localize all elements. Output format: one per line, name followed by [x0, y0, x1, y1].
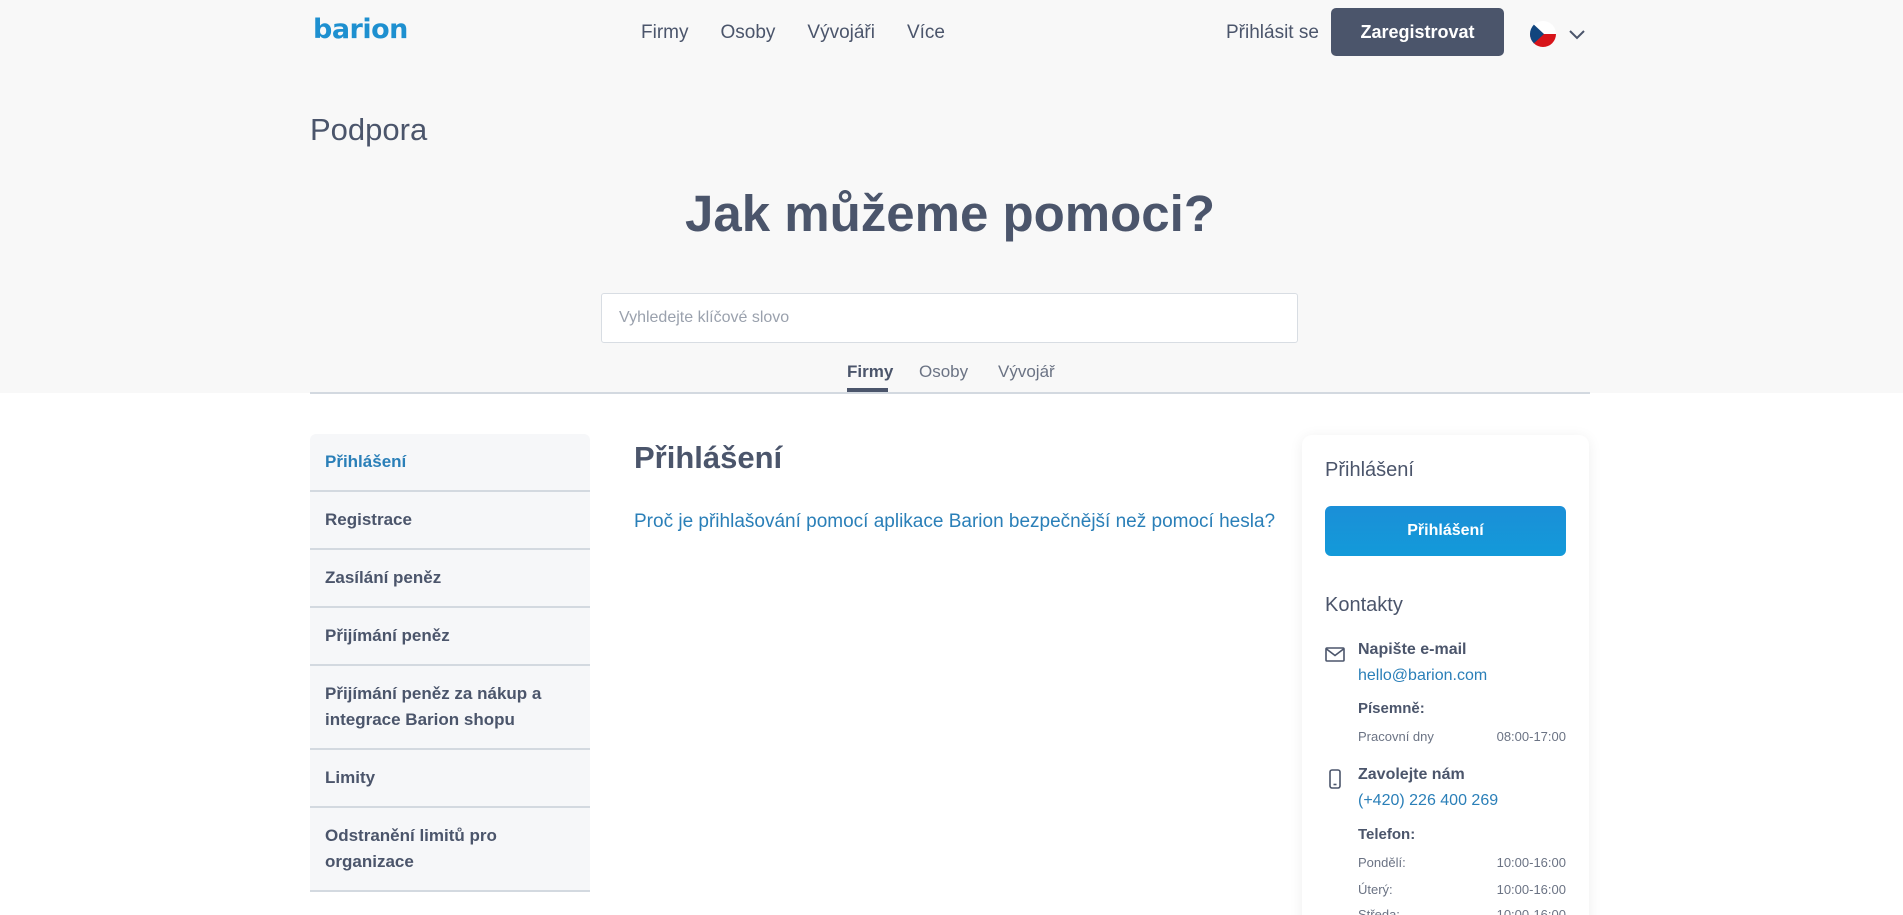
czech-flag-icon[interactable] [1530, 21, 1556, 47]
active-tab-indicator [847, 388, 888, 392]
login-link[interactable]: Přihlásit se [1226, 22, 1319, 44]
phone-icon [1329, 769, 1341, 789]
section-heading: Přihlášení [634, 440, 783, 475]
article-link[interactable]: Proč je přihlašování pomocí aplikace Bar… [634, 511, 1275, 533]
category-sidebar: Přihlášení Registrace Zasílání peněz Při… [310, 434, 590, 892]
nav-osoby[interactable]: Osoby [720, 22, 775, 44]
chevron-down-icon[interactable] [1567, 24, 1587, 44]
sidebar-item-zasilani-penez[interactable]: Zasílání peněz [310, 550, 590, 608]
sidebar-item-prihlaseni[interactable]: Přihlášení [310, 434, 590, 492]
nav-vyvojari[interactable]: Vývojáři [807, 22, 875, 44]
card-login-heading: Přihlášení [1325, 459, 1414, 481]
hero-heading: Jak můžeme pomoci? [685, 185, 1215, 242]
schedule-day: Středa: [1358, 907, 1400, 915]
barion-logo[interactable]: barion [313, 14, 408, 45]
written-hours: 08:00-17:00 [1496, 729, 1566, 744]
sidebar-item-odstraneni-limitu[interactable]: Odstranění limitů pro organizace [310, 808, 590, 892]
nav-vice[interactable]: Více [907, 22, 945, 44]
phone-link[interactable]: (+420) 226 400 269 [1358, 792, 1498, 810]
email-link[interactable]: hello@barion.com [1358, 667, 1487, 685]
written-days: Pracovní dny [1358, 729, 1434, 744]
tab-osoby[interactable]: Osoby [919, 362, 968, 382]
schedule-day: Pondělí: [1358, 855, 1406, 870]
sidebar-item-registrace[interactable]: Registrace [310, 492, 590, 550]
schedule-hours: 10:00-16:00 [1496, 907, 1566, 915]
tab-vyvojar[interactable]: Vývojář [998, 362, 1055, 382]
phone-label: Telefon: [1358, 826, 1416, 843]
main-nav: Firmy Osoby Vývojáři Více [641, 22, 945, 44]
tab-firmy[interactable]: Firmy [847, 362, 893, 382]
register-button[interactable]: Zaregistrovat [1331, 8, 1504, 56]
search-input[interactable] [601, 293, 1298, 343]
written-label: Písemně: [1358, 700, 1425, 717]
email-label: Napište e-mail [1358, 641, 1467, 658]
schedule-hours: 10:00-16:00 [1496, 855, 1566, 870]
sidebar-item-barion-shop[interactable]: Přijímání peněz za nákup a integrace Bar… [310, 666, 590, 750]
page-title: Podpora [310, 112, 428, 147]
contacts-heading: Kontakty [1325, 594, 1403, 616]
schedule-day: Úterý: [1358, 882, 1393, 897]
login-button[interactable]: Přihlášení [1325, 506, 1566, 556]
sidebar-item-limity[interactable]: Limity [310, 750, 590, 808]
schedule-hours: 10:00-16:00 [1496, 882, 1566, 897]
tabs-divider [310, 392, 1590, 394]
nav-firmy[interactable]: Firmy [641, 22, 688, 44]
sidebar-item-prijimani-penez[interactable]: Přijímání peněz [310, 608, 590, 666]
mail-icon [1325, 647, 1345, 662]
call-label: Zavolejte nám [1358, 766, 1465, 783]
